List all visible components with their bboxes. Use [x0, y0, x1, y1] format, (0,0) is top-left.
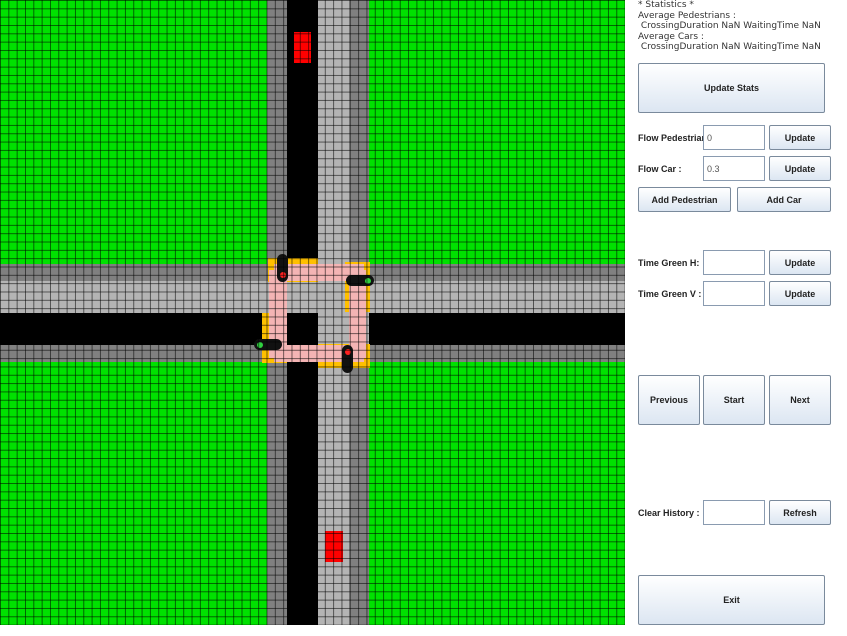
start-button[interactable]: Start: [703, 375, 765, 425]
flow-car-input[interactable]: 0.3: [703, 156, 765, 181]
time-green-h-input[interactable]: [703, 250, 765, 275]
red-light-icon: [279, 272, 286, 278]
add-car-button[interactable]: Add Car: [737, 187, 831, 212]
update-time-green-h-button[interactable]: Update: [769, 250, 831, 275]
flow-pedestrian-input[interactable]: 0: [703, 125, 765, 150]
car: [325, 531, 343, 562]
simulation-canvas: [0, 0, 625, 625]
previous-button[interactable]: Previous: [638, 375, 700, 425]
green-light-icon: [257, 341, 263, 348]
time-green-h-label: Time Green H:: [638, 258, 700, 268]
update-flow-car-button[interactable]: Update: [769, 156, 831, 181]
update-flow-pedestrian-button[interactable]: Update: [769, 125, 831, 150]
stats-heading: * Statistics *: [638, 0, 694, 10]
next-button[interactable]: Next: [769, 375, 831, 425]
update-stats-button[interactable]: Update Stats: [638, 63, 825, 113]
traffic-light-ne: [346, 275, 374, 286]
stats-car-title: Average Cars :: [638, 31, 704, 42]
flow-pedestrian-label: Flow Pedestrian :: [638, 133, 713, 143]
update-time-green-v-button[interactable]: Update: [769, 281, 831, 306]
time-green-v-label: Time Green V :: [638, 289, 702, 299]
stats-pedestrian-values: CrossingDuration NaN WaitingTime NaN: [638, 21, 821, 31]
stats-pedestrian-title: Average Pedestrians :: [638, 10, 736, 21]
stats-car-values: CrossingDuration NaN WaitingTime NaN: [638, 42, 821, 52]
statistics-panel: * Statistics * Average Pedestrians : Cro…: [638, 0, 821, 53]
add-pedestrian-button[interactable]: Add Pedestrian: [638, 187, 731, 212]
flow-car-label: Flow Car :: [638, 164, 682, 174]
time-green-v-input[interactable]: [703, 281, 765, 306]
traffic-light-nw: [277, 254, 288, 282]
traffic-light-sw: [254, 339, 282, 350]
clear-history-label: Clear History :: [638, 508, 700, 518]
traffic-light-se: [342, 345, 353, 373]
intersection-dark: [287, 313, 318, 345]
clear-history-input[interactable]: [703, 500, 765, 525]
refresh-button[interactable]: Refresh: [769, 500, 831, 525]
green-light-icon: [365, 277, 371, 284]
car: [294, 32, 311, 63]
red-light-icon: [344, 349, 351, 355]
exit-button[interactable]: Exit: [638, 575, 825, 625]
